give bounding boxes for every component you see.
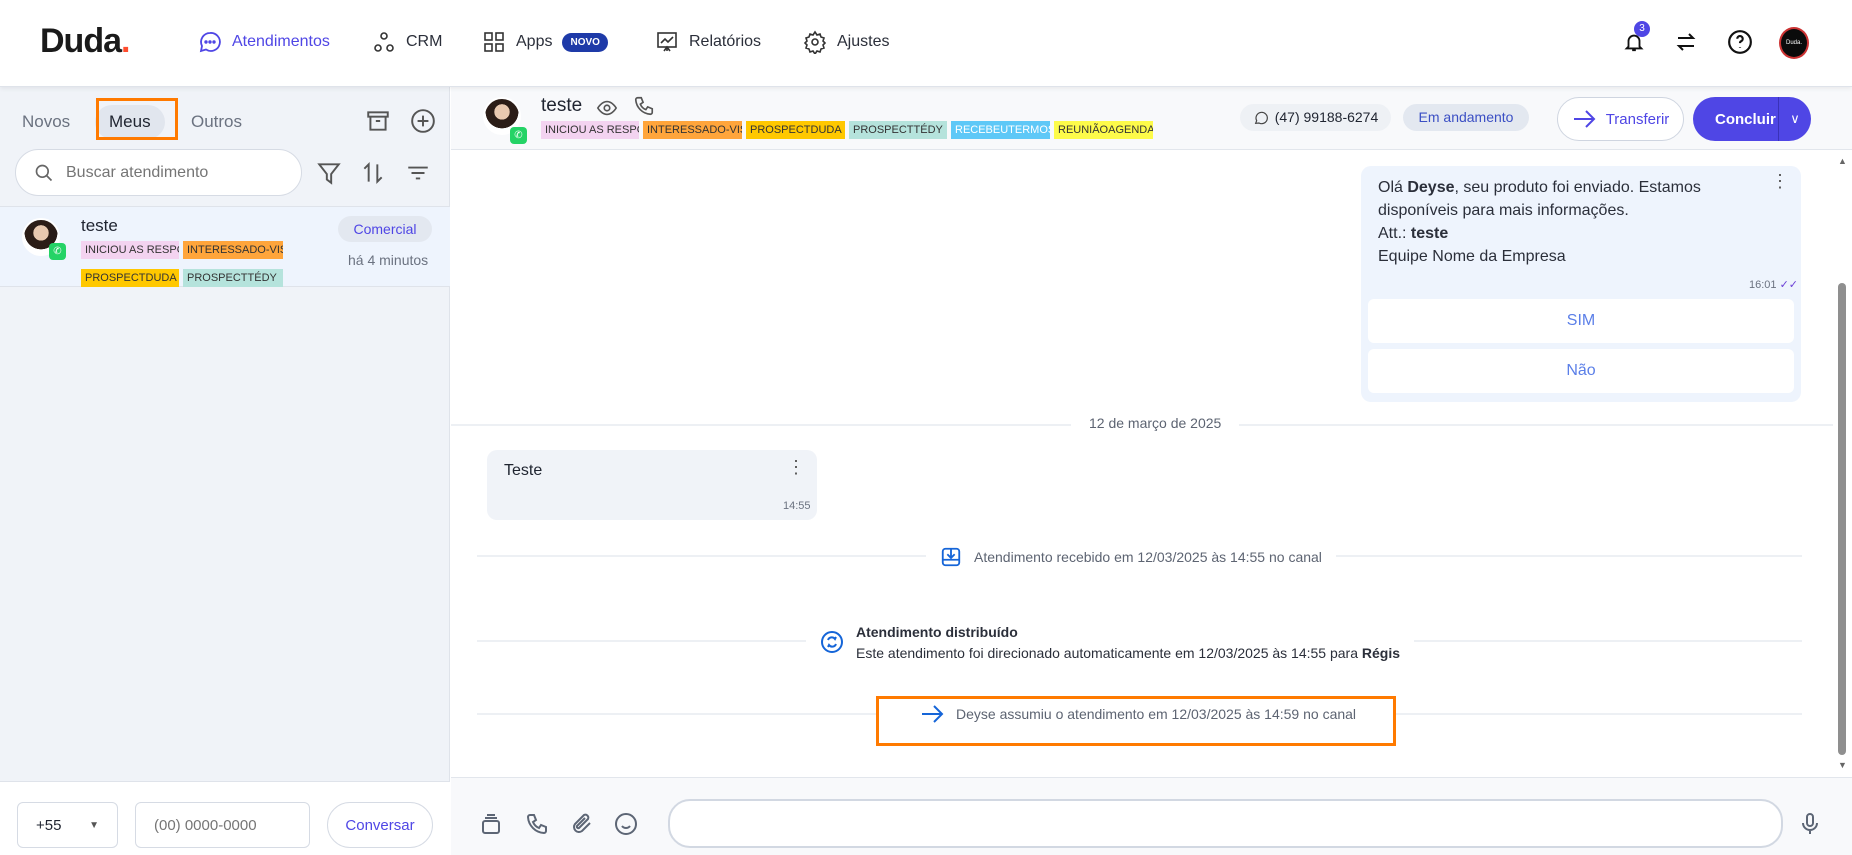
- transfer-button[interactable]: Transferir: [1557, 97, 1684, 141]
- filter-icon[interactable]: [316, 160, 342, 186]
- message-text: Teste: [504, 462, 543, 479]
- eye-icon[interactable]: [596, 97, 618, 119]
- contact-name: teste: [81, 216, 118, 235]
- incoming-message: Teste ⋮ 14:55: [487, 450, 817, 520]
- sort-icon[interactable]: [360, 160, 386, 186]
- phone-number-badge: (47) 99188-6274: [1240, 104, 1391, 131]
- arrow-right-icon: [1573, 110, 1596, 128]
- add-conversation-icon[interactable]: [410, 108, 436, 134]
- caret-down-icon: ▼: [89, 819, 99, 831]
- help-button[interactable]: [1724, 26, 1756, 58]
- top-nav: Duda. Atendimentos CRM Apps NOVO Relatór…: [0, 0, 1852, 87]
- more-options-icon[interactable]: ⋮: [787, 458, 805, 476]
- whatsapp-icon: [1254, 111, 1268, 124]
- list-filter-icon[interactable]: [405, 160, 431, 186]
- nav-apps[interactable]: Apps NOVO: [482, 28, 608, 56]
- tag: INICIOU AS RESPOSTAS: [81, 241, 179, 259]
- search-icon: [35, 164, 53, 181]
- time-ago: há 4 minutos: [348, 252, 429, 268]
- tab-novos[interactable]: Novos: [8, 105, 84, 139]
- option-button-sim[interactable]: SIM: [1368, 299, 1794, 343]
- user-avatar[interactable]: Duda.: [1779, 27, 1809, 59]
- message-text: Olá Deyse, seu produto foi enviado. Esta…: [1378, 179, 1701, 265]
- status-badge: Em andamento: [1403, 104, 1529, 131]
- chevron-down-icon[interactable]: ∨: [1778, 97, 1811, 141]
- more-options-icon[interactable]: ⋮: [1771, 172, 1789, 190]
- chat-bubble-icon: [199, 32, 221, 53]
- option-button-nao[interactable]: Não: [1368, 349, 1794, 393]
- nav-atendimentos[interactable]: Atendimentos: [198, 28, 330, 56]
- gear-icon: [803, 30, 827, 54]
- quick-replies-icon[interactable]: [479, 812, 503, 836]
- country-code-select[interactable]: +55 ▼: [17, 802, 118, 848]
- inbox-download-icon: [941, 547, 961, 567]
- event-received: Atendimento recebido em 12/03/2025 às 14…: [926, 542, 1336, 572]
- nav-ajustes[interactable]: Ajustes: [803, 28, 889, 56]
- outgoing-message: Olá Deyse, seu produto foi enviado. Esta…: [1361, 166, 1801, 402]
- message-time: 14:55: [783, 500, 811, 512]
- paperclip-icon[interactable]: [570, 812, 594, 836]
- tag: PROSPECTDUDA: [746, 121, 845, 139]
- double-check-icon: ✓✓: [1779, 279, 1799, 291]
- nav-relatorios[interactable]: Relatórios: [655, 28, 761, 56]
- conversar-button[interactable]: Conversar: [327, 802, 433, 848]
- tag: PROSPECTTÉDY: [183, 269, 283, 287]
- tag: INICIOU AS RESPOSTAS: [541, 121, 639, 139]
- message-area: Olá Deyse, seu produto foi enviado. Esta…: [451, 150, 1833, 777]
- tag: REUNIÃOAGENDADA: [1054, 121, 1153, 139]
- tag-row: INICIOU AS RESPOSTAS INTERESSADO-VISITA …: [541, 121, 1153, 139]
- duda-logo[interactable]: Duda.: [40, 22, 131, 61]
- new-badge: NOVO: [562, 32, 608, 52]
- phone-icon[interactable]: [633, 95, 655, 117]
- report-chart-icon: [657, 32, 677, 52]
- sync-icon: [821, 631, 843, 653]
- highlight-box: [96, 98, 178, 140]
- switch-button[interactable]: [1670, 26, 1702, 58]
- emoji-icon[interactable]: [614, 812, 638, 836]
- microphone-icon[interactable]: [1798, 812, 1822, 836]
- chat-header: ✆ teste INICIOU AS RESPOSTAS INTERESSADO…: [451, 87, 1852, 150]
- tag: PROSPECTTÉDY: [849, 121, 947, 139]
- swap-arrows-icon: [1676, 33, 1696, 51]
- conversation-sidebar: Novos Meus Outros ✆ teste INICIOU AS RES…: [0, 87, 450, 855]
- tag: INTERESSADO-VISITA: [183, 241, 283, 259]
- tab-outros[interactable]: Outros: [177, 105, 256, 139]
- crm-nodes-icon: [374, 32, 394, 52]
- nav-crm[interactable]: CRM: [372, 28, 442, 56]
- conversation-list-item[interactable]: ✆ teste INICIOU AS RESPOSTAS INTERESSADO…: [0, 206, 450, 287]
- message-time: 16:01 ✓✓: [1749, 279, 1799, 291]
- notification-count: 3: [1634, 21, 1650, 37]
- event-distributed: Atendimento distribuído Este atendimento…: [806, 617, 1415, 667]
- whatsapp-icon: ✆: [49, 243, 66, 260]
- tag: INTERESSADO-VISITA: [643, 121, 742, 139]
- tag: RECEBEUTERMOS: [951, 121, 1050, 139]
- conclude-button[interactable]: Concluir ∨: [1693, 97, 1811, 141]
- search-input[interactable]: [66, 163, 266, 182]
- phone-input[interactable]: [135, 802, 310, 848]
- date-divider: 12 de março de 2025: [1071, 415, 1240, 431]
- arrow-right-icon: [922, 705, 944, 723]
- contact-name: teste: [541, 95, 583, 116]
- scrollbar-thumb[interactable]: [1838, 283, 1846, 755]
- tag-row: INICIOU AS RESPOSTAS INTERESSADO-VISITA: [81, 241, 286, 259]
- phone-icon[interactable]: [525, 812, 549, 836]
- apps-grid-icon: [484, 32, 504, 52]
- department-badge: Comercial: [338, 216, 432, 242]
- search-field[interactable]: [15, 149, 302, 196]
- help-icon: [1728, 30, 1752, 54]
- notifications-button[interactable]: 3: [1618, 21, 1650, 58]
- scrollbar[interactable]: ▲ ▼: [1833, 150, 1852, 777]
- whatsapp-icon: ✆: [510, 127, 527, 144]
- tag: PROSPECTDUDA: [81, 269, 179, 287]
- event-assumed: Deyse assumiu o atendimento em 12/03/202…: [906, 700, 1371, 728]
- composer: [451, 777, 1852, 855]
- tag-row: PROSPECTDUDA PROSPECTTÉDY: [81, 269, 286, 287]
- message-input[interactable]: [668, 799, 1783, 848]
- archive-icon[interactable]: [365, 108, 391, 134]
